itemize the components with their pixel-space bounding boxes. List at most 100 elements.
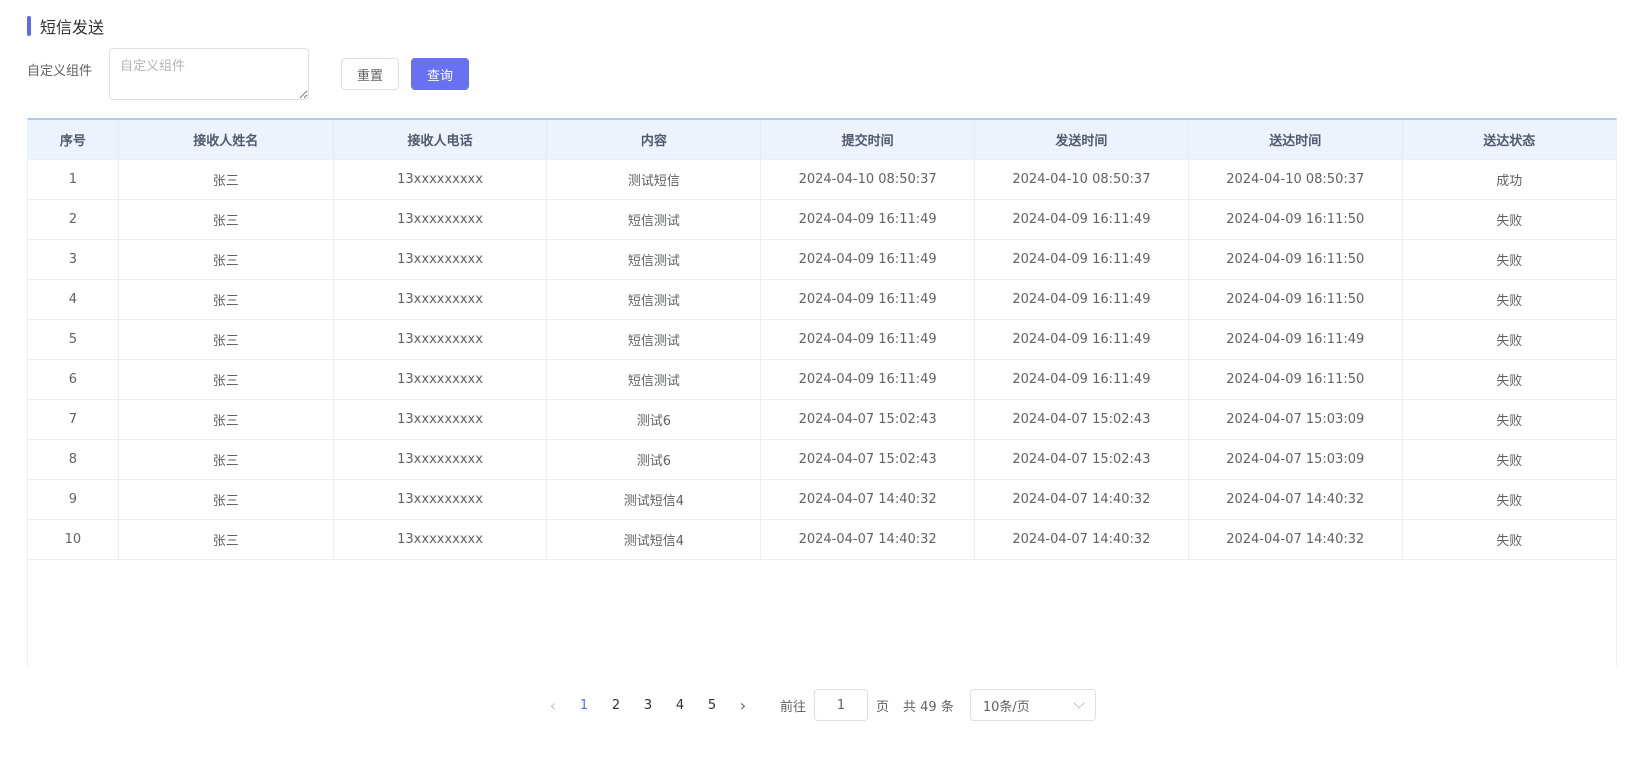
table-cell: 13xxxxxxxxx (333, 199, 548, 240)
column-header: 送达时间 (1188, 120, 1403, 160)
table-cell: 10 (28, 519, 119, 560)
table-cell: 失败 (1402, 519, 1616, 560)
custom-component-label: 自定义组件 (27, 64, 93, 79)
table-cell: 13xxxxxxxxx (333, 159, 548, 200)
table-cell: 13xxxxxxxxx (333, 279, 548, 320)
page-title: 短信发送 (40, 18, 105, 37)
table-row: 5 张三 13xxxxxxxxx 短信测试 2024-04-09 16:11:49 202… (28, 319, 1616, 360)
column-header: 提交时间 (760, 120, 976, 160)
table-cell: 2024-04-07 15:02:43 (974, 439, 1189, 480)
table-cell: 2024-04-09 16:11:49 (974, 239, 1189, 280)
table-cell: 2024-04-07 15:02:43 (974, 399, 1189, 440)
table-cell: 测试短信 (546, 159, 762, 200)
page-size-select[interactable]: 10条/页 (969, 689, 1096, 721)
table-cell: 2024-04-07 14:40:32 (760, 479, 976, 520)
reset-button[interactable]: 重置 (341, 58, 400, 90)
table-cell: 5 (28, 319, 119, 360)
page-number[interactable]: 1 (568, 698, 600, 713)
chevron-down-icon (1073, 697, 1085, 709)
table-cell: 短信测试 (546, 319, 762, 360)
query-button[interactable]: 查询 (411, 58, 470, 90)
column-header: 送达状态 (1402, 120, 1616, 160)
table-header-row: 序号 接收人姓名 接收人电话 内容 提交时间 发送时间 送达时间 送达状态 (28, 120, 1616, 160)
table-cell: 7 (28, 399, 119, 440)
table-cell: 9 (28, 479, 119, 520)
table-cell: 2024-04-07 15:02:43 (760, 439, 976, 480)
table-row: 3 张三 13xxxxxxxxx 短信测试 2024-04-09 16:11:49 202… (28, 239, 1616, 280)
table-cell: 短信测试 (546, 199, 762, 240)
table-cell: 失败 (1402, 399, 1616, 440)
table-cell: 2024-04-09 16:11:49 (760, 199, 976, 240)
table-cell: 2024-04-09 16:11:49 (974, 359, 1189, 400)
table-row: 9 张三 13xxxxxxxxx 测试短信4 2024-04-07 14:40:32 20… (28, 479, 1616, 520)
table-cell: 3 (28, 239, 119, 280)
table-row: 7 张三 13xxxxxxxxx 测试6 2024-04-07 15:02:43 2024… (28, 399, 1616, 440)
table-cell: 2024-04-10 08:50:37 (760, 159, 976, 200)
custom-component-textarea[interactable] (109, 48, 309, 100)
chevron-right-icon[interactable]: › (728, 696, 758, 715)
page-number[interactable]: 3 (632, 698, 664, 713)
table-cell: 2024-04-07 15:02:43 (760, 399, 976, 440)
table-cell: 失败 (1402, 239, 1616, 280)
table-cell: 测试短信4 (546, 479, 762, 520)
page-number[interactable]: 4 (664, 698, 696, 713)
column-header: 接收人姓名 (118, 120, 334, 160)
column-header: 发送时间 (974, 120, 1189, 160)
table-cell: 2024-04-07 15:03:09 (1188, 439, 1403, 480)
column-header: 序号 (28, 120, 119, 160)
table-cell: 张三 (118, 519, 334, 560)
page-suffix-label: 页 (876, 699, 890, 715)
page-jump-input[interactable] (814, 689, 869, 721)
goto-label: 前往 (780, 699, 807, 715)
table-row: 8 张三 13xxxxxxxxx 测试6 2024-04-07 15:02:43 2024… (28, 439, 1616, 480)
table-cell: 13xxxxxxxxx (333, 359, 548, 400)
page-number[interactable]: 2 (600, 698, 632, 713)
table-cell: 2024-04-07 14:40:32 (974, 479, 1189, 520)
table-cell: 13xxxxxxxxx (333, 399, 548, 440)
table-cell: 8 (28, 439, 119, 480)
table-cell: 张三 (118, 159, 334, 200)
page-header: 短信发送 (27, 16, 105, 37)
table-cell: 张三 (118, 479, 334, 520)
table-cell: 6 (28, 359, 119, 400)
page-number[interactable]: 5 (696, 698, 728, 713)
table-cell: 张三 (118, 239, 334, 280)
table-row: 10 张三 13xxxxxxxxx 测试短信4 2024-04-07 14:40:32 2… (28, 519, 1616, 560)
table-cell: 测试短信4 (546, 519, 762, 560)
table-cell: 2024-04-09 16:11:49 (1188, 319, 1403, 360)
column-header: 接收人电话 (333, 120, 548, 160)
table-row: 6 张三 13xxxxxxxxx 短信测试 2024-04-09 16:11:49 202… (28, 359, 1616, 400)
table-cell: 2024-04-10 08:50:37 (1188, 159, 1403, 200)
table-cell: 2024-04-07 14:40:32 (1188, 519, 1403, 560)
column-header: 内容 (546, 120, 762, 160)
table-row: 1 张三 13xxxxxxxxx 测试短信 2024-04-10 08:50:37 202… (28, 159, 1616, 200)
page-list: 12345 (568, 698, 728, 713)
table-cell: 2024-04-09 16:11:49 (974, 319, 1189, 360)
table-cell: 失败 (1402, 479, 1616, 520)
table-cell: 失败 (1402, 279, 1616, 320)
table-cell: 短信测试 (546, 279, 762, 320)
table-cell: 失败 (1402, 199, 1616, 240)
filter-form: 自定义组件 重置 查询 (27, 48, 470, 100)
table-body: 1 张三 13xxxxxxxxx 测试短信 2024-04-10 08:50:37 202… (28, 159, 1616, 560)
table-cell: 2024-04-09 16:11:49 (760, 319, 976, 360)
table-row: 2 张三 13xxxxxxxxx 短信测试 2024-04-09 16:11:49 202… (28, 199, 1616, 240)
table-cell: 2024-04-07 14:40:32 (760, 519, 976, 560)
chevron-left-icon[interactable]: ‹ (538, 696, 568, 715)
table-cell: 2024-04-09 16:11:50 (1188, 239, 1403, 280)
table-cell: 2024-04-10 08:50:37 (974, 159, 1189, 200)
table-cell: 2024-04-07 15:03:09 (1188, 399, 1403, 440)
table-cell: 2024-04-09 16:11:49 (974, 279, 1189, 320)
table-cell: 2024-04-09 16:11:49 (974, 199, 1189, 240)
table-cell: 张三 (118, 199, 334, 240)
table-cell: 2024-04-09 16:11:49 (760, 359, 976, 400)
table-cell: 2024-04-07 14:40:32 (974, 519, 1189, 560)
table-cell: 13xxxxxxxxx (333, 519, 548, 560)
table-cell: 短信测试 (546, 359, 762, 400)
table-cell: 测试6 (546, 439, 762, 480)
pagination: ‹ 12345 › 前往 页 共 49 条 10条/页 (538, 689, 1096, 721)
table-cell: 张三 (118, 399, 334, 440)
table-cell: 张三 (118, 439, 334, 480)
table-cell: 测试6 (546, 399, 762, 440)
table-cell: 失败 (1402, 359, 1616, 400)
